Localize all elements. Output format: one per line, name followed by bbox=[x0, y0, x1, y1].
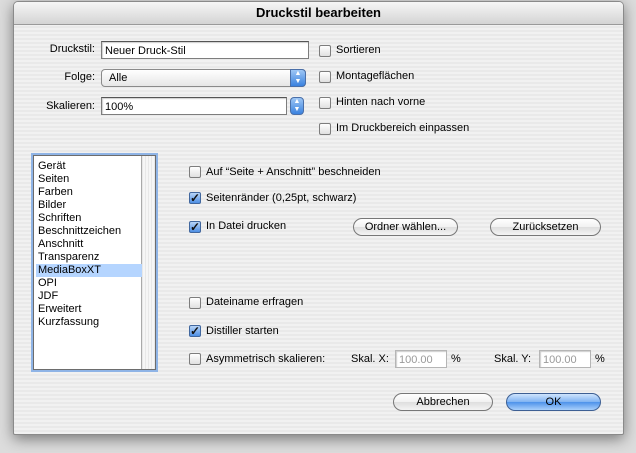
skal-y-input[interactable]: 100.00 bbox=[539, 350, 591, 368]
folge-popup[interactable]: Alle ▲ ▼ bbox=[101, 69, 306, 87]
list-item-erweitert[interactable]: Erweitert bbox=[36, 303, 142, 316]
list-item-opi[interactable]: OPI bbox=[36, 277, 142, 290]
hinten-label: Hinten nach vorne bbox=[336, 96, 426, 108]
window-title: Druckstil bearbeiten bbox=[14, 2, 623, 25]
montage-label: Montageflächen bbox=[336, 70, 415, 82]
seitenraender-label: Seitenränder (0,25pt, schwarz) bbox=[206, 192, 357, 204]
skal-x-input[interactable]: 100.00 bbox=[395, 350, 447, 368]
distiller-label: Distiller starten bbox=[206, 325, 279, 337]
in-datei-label: In Datei drucken bbox=[206, 220, 287, 232]
zuruecksetzen-button[interactable]: Zurücksetzen bbox=[490, 218, 601, 236]
skal-x-label: Skal. X: bbox=[351, 353, 389, 365]
checkmark-icon: ✓ bbox=[190, 191, 201, 205]
folge-value: Alle bbox=[109, 72, 128, 84]
ordner-waehlen-button[interactable]: Ordner wählen... bbox=[353, 218, 458, 236]
list-item-kurzfassung[interactable]: Kurzfassung bbox=[36, 316, 142, 329]
list-item-bilder[interactable]: Bilder bbox=[36, 199, 142, 212]
asymmetrisch-label: Asymmetrisch skalieren: bbox=[206, 353, 326, 365]
distiller-checkbox[interactable]: ✓ bbox=[189, 325, 201, 337]
dateiname-checkbox[interactable] bbox=[189, 297, 201, 309]
druckstil-label: Druckstil: bbox=[49, 43, 95, 55]
category-list[interactable]: Gerät Seiten Farben Bilder Schriften Bes… bbox=[33, 155, 156, 370]
beschneiden-checkbox[interactable] bbox=[189, 166, 201, 178]
list-item-transparenz[interactable]: Transparenz bbox=[36, 251, 142, 264]
list-scrollbar[interactable] bbox=[141, 156, 155, 369]
skal-x-unit: % bbox=[451, 353, 461, 365]
hinten-checkbox[interactable] bbox=[319, 97, 331, 109]
in-datei-checkbox[interactable]: ✓ bbox=[189, 221, 201, 233]
abbrechen-button[interactable]: Abbrechen bbox=[393, 393, 493, 411]
checkmark-icon: ✓ bbox=[190, 324, 201, 338]
list-item-farben[interactable]: Farben bbox=[36, 186, 142, 199]
einpassen-label: Im Druckbereich einpassen bbox=[336, 122, 470, 134]
skalieren-label: Skalieren: bbox=[46, 100, 95, 112]
seitenraender-checkbox[interactable]: ✓ bbox=[189, 192, 201, 204]
sortieren-label: Sortieren bbox=[336, 44, 381, 56]
skalieren-input[interactable]: 100% bbox=[101, 97, 287, 115]
popup-arrows-icon: ▲ ▼ bbox=[290, 69, 306, 87]
list-item-geraet[interactable]: Gerät bbox=[36, 160, 142, 173]
list-item-seiten[interactable]: Seiten bbox=[36, 173, 142, 186]
druckstil-input[interactable]: Neuer Druck-Stil bbox=[101, 41, 309, 59]
montage-checkbox[interactable] bbox=[319, 71, 331, 83]
asymmetrisch-checkbox[interactable] bbox=[189, 353, 201, 365]
sortieren-checkbox[interactable] bbox=[319, 45, 331, 57]
beschneiden-label: Auf “Seite + Anschnitt” beschneiden bbox=[206, 166, 381, 178]
einpassen-checkbox[interactable] bbox=[319, 123, 331, 135]
list-item-anschnitt[interactable]: Anschnitt bbox=[36, 238, 142, 251]
dateiname-label: Dateiname erfragen bbox=[206, 296, 304, 308]
checkmark-icon: ✓ bbox=[190, 220, 201, 234]
folge-label: Folge: bbox=[64, 71, 95, 83]
list-item-jdf[interactable]: JDF bbox=[36, 290, 142, 303]
list-item-mediaboxxt[interactable]: MediaBoxXT bbox=[36, 264, 142, 277]
skalieren-stepper[interactable]: ▲ ▼ bbox=[290, 97, 304, 115]
list-item-schriften[interactable]: Schriften bbox=[36, 212, 142, 225]
dialog-window: Druckstil bearbeiten Druckstil: Neuer Dr… bbox=[13, 1, 624, 435]
ok-button[interactable]: OK bbox=[506, 393, 601, 411]
skal-y-unit: % bbox=[595, 353, 605, 365]
skal-y-label: Skal. Y: bbox=[494, 353, 532, 365]
list-item-beschnittzeichen[interactable]: Beschnittzeichen bbox=[36, 225, 142, 238]
